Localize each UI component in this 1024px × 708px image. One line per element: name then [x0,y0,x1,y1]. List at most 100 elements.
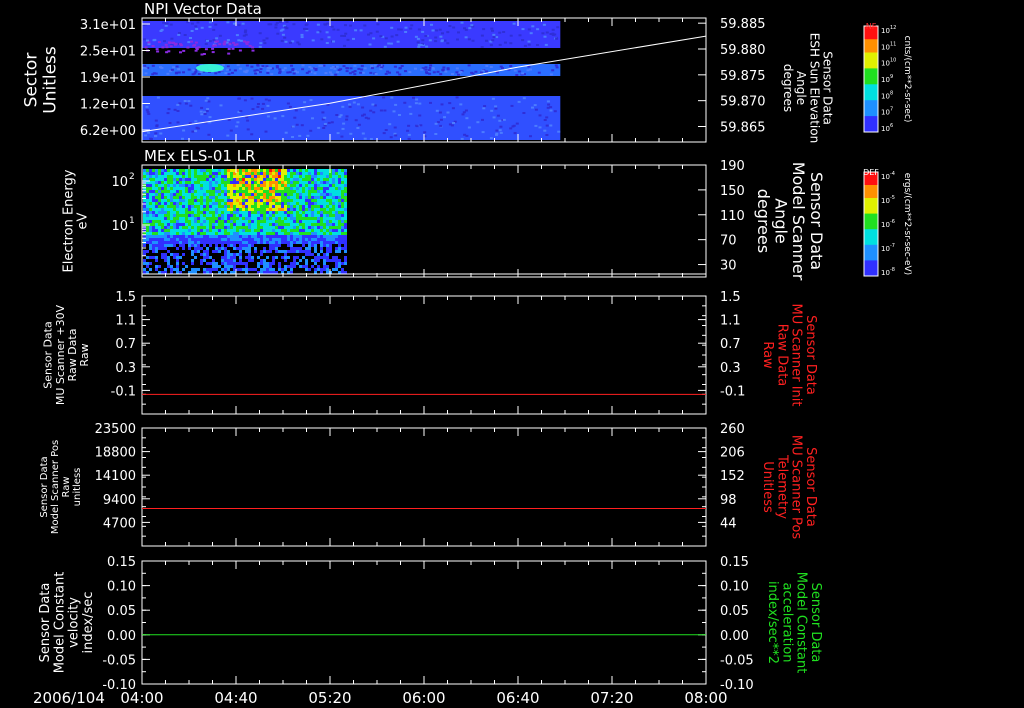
spectrogram-cell [284,208,287,211]
spectrogram-cell [341,184,344,187]
y-tick-label: -0.1 [111,384,136,399]
spectrogram-cell [164,241,167,244]
heatmap-cell [438,111,442,114]
spectrogram-cell [209,244,212,247]
spectrogram-cell [269,235,272,238]
spectrogram-cell [287,208,290,211]
spectrogram-cell [266,262,269,265]
heatmap-cell [476,121,480,124]
heatmap-cell [444,70,448,73]
spectrogram-cell [170,211,173,214]
spectrogram-cell [167,238,170,241]
spectrogram-cell [191,253,194,256]
heatmap-cell [446,67,450,70]
heatmap-cell [491,29,494,32]
spectrogram-cell [251,202,254,205]
spectrogram-cell [281,250,284,253]
spectrogram-cell [284,241,287,244]
spectrogram-cell [329,196,332,199]
spectrogram-cell [176,175,179,178]
spectrogram-cell [176,178,179,181]
spectrogram-cell [293,247,296,250]
spectrogram-cell [176,265,179,268]
spectrogram-cell [332,208,335,211]
spectrogram-cell [257,196,260,199]
spectrogram-cell [170,208,173,211]
spectrogram-cell [227,214,230,217]
y-axis-label-line: velocity [67,597,82,648]
heatmap-cell [512,124,516,127]
spectrogram-cell [206,238,209,241]
heatmap-cell [324,72,328,75]
heatmap-cell [384,72,388,75]
spectrogram-cell [311,196,314,199]
spectrogram-cell [251,232,254,235]
heatmap-cell [187,68,191,71]
heatmap-cell [417,28,421,31]
spectrogram-cell [224,241,227,244]
spectrogram-cell [296,247,299,250]
heatmap-cell [457,31,460,34]
spectrogram-cell [296,187,299,190]
spectrogram-cell [197,205,200,208]
heatmap-cell [289,41,292,44]
heatmap-cell [245,64,249,67]
spectrogram-cell [218,229,221,232]
spectrogram-cell [239,187,242,190]
spectrogram-cell [284,178,287,181]
spectrogram-cell [314,202,317,205]
heatmap-cell [196,21,200,24]
spectrogram-cell [317,211,320,214]
spectrogram-cell [185,184,188,187]
spectrogram-cell [239,196,242,199]
heatmap-cell [427,69,431,72]
heatmap-cell [261,65,265,68]
spectrogram-cell [164,253,167,256]
spectrogram-cell [269,172,272,175]
spectrogram-cell [326,253,329,256]
spectrogram-cell [341,202,344,205]
spectrogram-cell [152,217,155,220]
spectrogram-cell [332,175,335,178]
heatmap-cell [483,105,487,108]
heatmap-cell [142,38,146,41]
heatmap-cell [357,123,361,126]
spectrogram-cell [215,181,218,184]
spectrogram-cell [278,199,281,202]
spectrogram-cell [233,244,236,247]
spectrogram-cell [284,214,287,217]
spectrogram-cell [188,202,191,205]
heatmap-cell [200,106,204,109]
heatmap-cell [467,126,471,129]
heatmap-cell [330,73,334,76]
spectrogram-cell [296,238,299,241]
spectrogram-cell [341,247,344,250]
spectrogram-cell [218,181,221,184]
heatmap-cell [309,99,313,102]
spectrogram-cell [281,217,284,220]
heatmap-cell [494,107,498,110]
spectrogram-cell [155,169,158,172]
heatmap-cell [338,115,342,118]
spectrogram-cell [344,256,347,259]
spectrogram-cell [239,202,242,205]
spectrogram-cell [272,169,275,172]
spectrogram-cell [266,226,269,229]
spectrogram-cell [308,238,311,241]
spectrogram-cell [317,214,320,217]
heatmap-cell [404,31,408,33]
spectrogram-cell [158,187,161,190]
spectrogram-cell [260,187,263,190]
spectrogram-cell [242,262,245,265]
spectrogram-cell [233,253,236,256]
heatmap-cell [320,38,324,41]
spectrogram-cell [167,169,170,172]
spectrogram-cell [323,244,326,247]
heatmap-cell [170,37,174,40]
spectrogram-cell [200,199,203,202]
spectrogram-cell [173,226,176,229]
heatmap-cell [172,41,175,44]
spectrogram-cell [311,214,314,217]
spectrogram-cell [185,196,188,199]
spectrogram-cell [230,235,233,238]
